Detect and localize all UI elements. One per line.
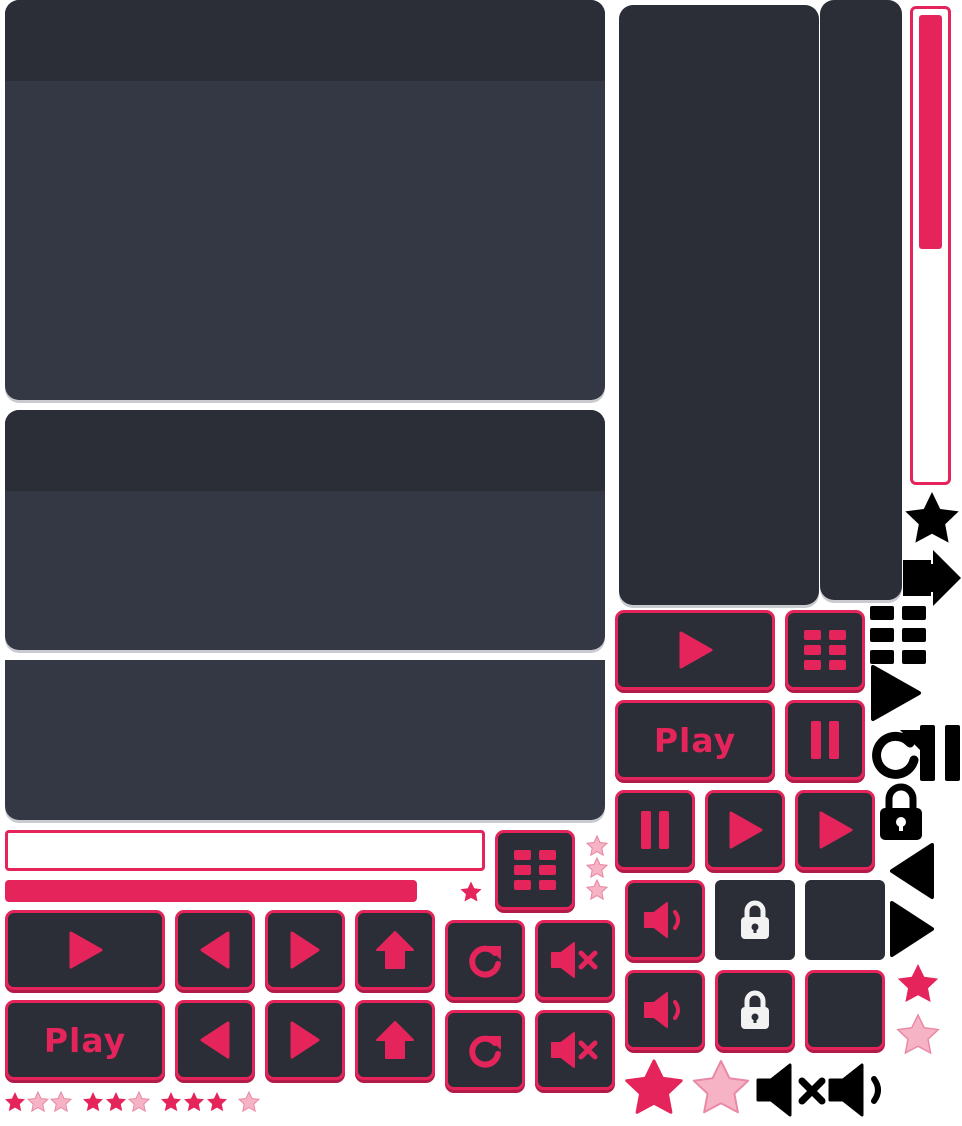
play-button[interactable] <box>705 790 785 870</box>
lock-tile[interactable] <box>715 880 795 960</box>
vertical-progress-bar <box>910 6 951 485</box>
mute-icon <box>756 1063 826 1117</box>
star-outline-icon <box>585 878 609 901</box>
refresh-icon <box>872 730 920 779</box>
play-button-wide[interactable] <box>5 910 165 990</box>
arrow-left-icon <box>200 1021 230 1059</box>
panel-header <box>5 0 605 81</box>
arrow-right-icon <box>890 901 934 957</box>
arrow-up-icon <box>376 1021 414 1059</box>
empty-tile[interactable] <box>805 880 885 960</box>
play-button-label: Play <box>653 720 737 760</box>
volume-icon <box>828 1063 881 1117</box>
volume-button[interactable] <box>625 880 705 960</box>
star-empty-icon <box>26 1090 50 1113</box>
star-icon <box>897 964 939 1002</box>
grid-icon <box>804 630 846 670</box>
mute-button[interactable] <box>535 920 615 1000</box>
arrow-right-icon <box>290 931 320 969</box>
star-empty-icon <box>237 1090 261 1113</box>
refresh-button[interactable] <box>445 920 525 1000</box>
mute-icon <box>551 1032 598 1068</box>
lock-button[interactable] <box>715 970 795 1050</box>
volume-icon <box>644 902 680 938</box>
pause-icon <box>811 721 839 759</box>
menu-grid-button[interactable] <box>785 610 865 690</box>
pause-button[interactable] <box>615 790 695 870</box>
star-empty-icon <box>127 1090 151 1113</box>
lock-icon <box>880 783 922 840</box>
horizontal-progress-bar <box>5 880 453 902</box>
play-icon <box>69 931 103 969</box>
pause-icon <box>641 811 669 849</box>
home-button[interactable] <box>355 910 435 990</box>
star-filled-icon <box>184 1092 204 1112</box>
mute-button[interactable] <box>535 1010 615 1090</box>
play-icon <box>819 811 853 849</box>
star-empty-icon <box>49 1090 73 1113</box>
arrow-right-icon <box>290 1021 320 1059</box>
refresh-icon <box>469 945 501 978</box>
lock-icon <box>741 900 769 939</box>
lock-icon <box>741 990 769 1029</box>
star-filled-icon <box>161 1092 181 1112</box>
volume-button[interactable] <box>625 970 705 1050</box>
menu-grid-button[interactable] <box>495 830 575 910</box>
arrow-right-button[interactable] <box>265 1000 345 1080</box>
star-outline-icon <box>585 856 609 879</box>
arrow-left-icon <box>200 931 230 969</box>
refresh-button[interactable] <box>445 1010 525 1090</box>
star-icon <box>625 1059 683 1114</box>
panel-header <box>5 410 605 491</box>
play-text-button-wide[interactable]: Play <box>615 700 775 780</box>
play-button-label: Play <box>43 1020 127 1060</box>
star-icon <box>460 881 482 902</box>
panel-vertical-back <box>820 0 902 600</box>
star-outline-icon <box>585 834 609 857</box>
star-filled-icon <box>207 1092 227 1112</box>
panel-with-header-medium <box>5 410 605 650</box>
horizontal-progress-fill <box>5 880 418 902</box>
play-icon <box>679 631 713 669</box>
arrow-left-button[interactable] <box>175 1000 255 1080</box>
pause-button[interactable] <box>785 700 865 780</box>
grid-icon <box>870 606 926 664</box>
empty-button[interactable] <box>805 970 885 1050</box>
home-button[interactable] <box>355 1000 435 1080</box>
volume-icon <box>644 992 680 1028</box>
play-button[interactable] <box>795 790 875 870</box>
arrow-up-icon <box>376 931 414 969</box>
horizontal-progress-bar-empty <box>5 830 485 871</box>
pause-icon <box>920 725 960 781</box>
star-filled-icon <box>106 1092 126 1112</box>
star-ratings-row <box>3 1090 263 1114</box>
vertical-progress-fill <box>919 15 942 249</box>
star-outline-icon <box>692 1060 750 1114</box>
panel-vertical <box>619 5 819 605</box>
grid-icon <box>514 850 556 890</box>
star-filled-icon <box>83 1092 103 1112</box>
play-icon <box>871 665 921 721</box>
refresh-icon <box>469 1035 501 1068</box>
play-button-wide[interactable] <box>615 610 775 690</box>
play-text-button-wide[interactable]: Play <box>5 1000 165 1080</box>
star-filled-icon <box>5 1092 25 1112</box>
arrow-left-icon <box>890 843 934 899</box>
arrow-right-button[interactable] <box>265 910 345 990</box>
arrow-left-button[interactable] <box>175 910 255 990</box>
exit-icon <box>903 550 961 606</box>
panel-plain <box>5 660 605 820</box>
panel-with-header-large <box>5 0 605 400</box>
star-icon <box>905 492 959 543</box>
play-icon <box>729 811 763 849</box>
mute-icon <box>551 942 598 978</box>
star-outline-icon <box>896 1013 940 1055</box>
